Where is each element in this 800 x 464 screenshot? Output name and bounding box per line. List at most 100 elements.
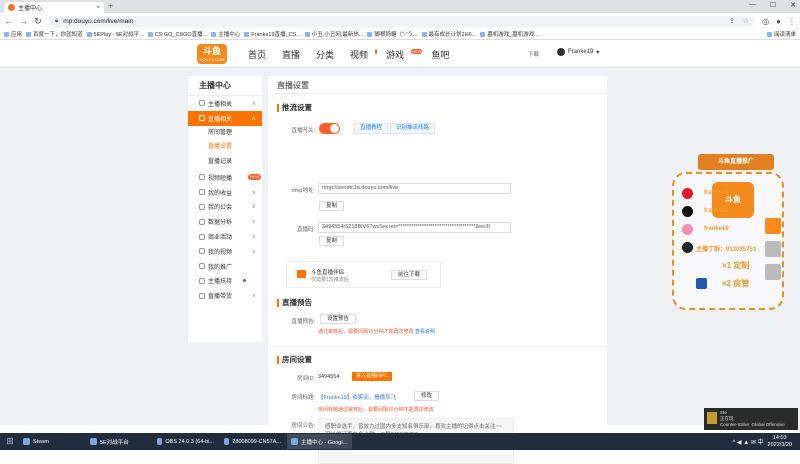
preview-label: 直播预告: bbox=[291, 319, 315, 325]
baidu-icon bbox=[26, 31, 32, 37]
sidebar-item-live[interactable]: 直播相关 ∧ bbox=[188, 110, 262, 126]
browser-tab[interactable]: 主播中心 × bbox=[4, 2, 104, 13]
enter-room-button[interactable]: 进入直播间PC bbox=[352, 372, 392, 381]
chevron-icon: ∨ bbox=[251, 219, 256, 226]
user-menu[interactable]: Franke19 ▾ bbox=[557, 48, 599, 56]
taskbar-obs[interactable]: OBS 24.0.3 (64-bi... bbox=[153, 434, 218, 449]
copy-rtmp-button[interactable]: 复制 bbox=[319, 201, 345, 211]
windows-start-icon[interactable]: ⊞ bbox=[3, 434, 17, 449]
nav-video[interactable]: 视频 bbox=[350, 48, 378, 61]
set-preview-button[interactable]: 设置预告 bbox=[320, 314, 357, 324]
preview-note-text: 通过审核后，需要间隔10分钟才能再次修改 bbox=[318, 329, 414, 335]
rtmp-input[interactable]: rtmp://sendtc1a.douyu.com/live bbox=[318, 183, 511, 194]
section-room-settings: 房间设置 bbox=[277, 356, 312, 364]
side-tool-button[interactable] bbox=[765, 264, 781, 280]
bookmark-item[interactable]: 脚根奶糖（“-”う... bbox=[367, 30, 418, 38]
download-link[interactable]: 下载 bbox=[528, 50, 539, 58]
cart-icon bbox=[199, 292, 205, 299]
sidebar-item-analytics[interactable]: 数据分析 ∨ bbox=[188, 214, 262, 229]
notice-label: 房间公告: bbox=[291, 423, 315, 429]
sidebar-item-label: 我的推广 bbox=[208, 264, 233, 271]
steam-notification[interactable]: Ste 正在玩 Counter-Strike: Global Offensive bbox=[704, 408, 798, 430]
guild-icon bbox=[199, 203, 205, 210]
sidebar-item-commerce[interactable]: 直播带货 ∨ bbox=[188, 288, 262, 303]
taskbar-label: OBS 24.0.3 (64-bi... bbox=[165, 438, 214, 445]
chevron-icon: ∨ bbox=[251, 204, 256, 211]
tab-title: 主播中心 bbox=[18, 6, 43, 12]
bookmark-item[interactable]: 小丑,小丑网,最新热... bbox=[304, 30, 363, 38]
sidebar-item-video[interactable]: 视频短播 NEW ∨ bbox=[188, 170, 262, 185]
edit-room-name-button[interactable]: 修改 bbox=[414, 391, 440, 401]
reading-list[interactable]: 阅读清单 bbox=[766, 30, 796, 38]
bookmark-item[interactable]: 最有成长计划2H6... bbox=[421, 30, 477, 38]
sidebar-title: 主播中心 bbox=[188, 76, 262, 96]
copy-code-button[interactable]: 复制 bbox=[319, 236, 345, 246]
taskbar-label: 主播中心 - Googl... bbox=[301, 439, 348, 446]
nav-category[interactable]: 分类 bbox=[316, 48, 334, 61]
bookmark-label: 5EPlay - 5E对战平... bbox=[93, 32, 144, 38]
taskbar-5e[interactable]: 5E对战平台 bbox=[86, 434, 151, 449]
bookmark-item[interactable]: 墓机游戏_墓机游戏... bbox=[480, 30, 539, 38]
forward-icon[interactable]: → bbox=[19, 16, 28, 26]
bookmark-star-icon[interactable]: ☆ bbox=[743, 17, 749, 25]
sidebar-item-my-video[interactable]: 我的视频 ∨ bbox=[188, 244, 262, 259]
sidebar-sub-live-records[interactable]: 直播记录 bbox=[188, 155, 262, 170]
sidebar-item-support[interactable]: 主播扶持 bbox=[188, 274, 262, 289]
preview-help-link[interactable]: 查看说明 bbox=[415, 329, 435, 335]
close-window-button[interactable]: ✕ bbox=[790, 1, 796, 9]
douyu-logo[interactable]: 斗鱼 DOUYU.COM bbox=[197, 44, 227, 64]
extension-icon[interactable]: ◎ bbox=[762, 17, 769, 26]
support-icon bbox=[199, 277, 205, 284]
recommend-line-button[interactable]: 识别推流线路 bbox=[390, 123, 436, 134]
bookmark-label: 最有成长计划2H6... bbox=[428, 32, 477, 38]
taskbar-chrome[interactable]: 主播中心 - Googl... bbox=[287, 434, 352, 449]
chevron-icon: ∨ bbox=[251, 248, 256, 255]
stream-code-input[interactable]: 3494554r5218BIV6?wsSecret=**************… bbox=[318, 222, 511, 233]
side-tool-button[interactable] bbox=[765, 241, 781, 257]
bookmark-item[interactable]: 5EPlay - 5E对战平... bbox=[86, 30, 144, 38]
bookmark-item[interactable]: Franke19直播_CS... bbox=[244, 30, 301, 38]
side-play-button[interactable] bbox=[765, 218, 781, 234]
nav-game[interactable]: 游戏 NEW bbox=[386, 48, 423, 61]
sidebar-sub-room-manage[interactable]: 房间管理 bbox=[188, 126, 262, 141]
nav-live[interactable]: 直播 bbox=[282, 48, 300, 61]
maximize-button[interactable]: ☐ bbox=[770, 1, 776, 9]
sidebar-item-promotion[interactable]: 我的推广 bbox=[188, 259, 262, 274]
site-icon bbox=[304, 31, 310, 37]
live-tutorial-button[interactable]: 直播教程 bbox=[354, 123, 389, 134]
steam-icon bbox=[23, 438, 30, 445]
bookmark-item[interactable]: CS:GO_CSGO直播... bbox=[147, 30, 207, 38]
csgo-icon bbox=[147, 31, 153, 37]
menu-icon[interactable]: ⋮ bbox=[788, 17, 796, 26]
tab-close-icon[interactable]: × bbox=[96, 5, 100, 11]
live-switch-toggle[interactable] bbox=[319, 123, 340, 134]
section-live-preview: 直播预告 bbox=[277, 299, 312, 307]
tray-icons[interactable]: ^ ◀ ▲ ✉ 中 bbox=[732, 437, 763, 446]
nav-video-badge bbox=[375, 49, 378, 54]
sidebar-item-label: 视频短播 bbox=[208, 175, 233, 182]
share-icon[interactable]: ⇪ bbox=[729, 17, 735, 25]
sidebar-sub-live-settings[interactable]: 直播设置 bbox=[188, 140, 262, 155]
download-companion-button[interactable]: 前往下载 bbox=[391, 270, 428, 280]
sidebar-item-business[interactable]: 商业活动 ∨ bbox=[188, 229, 262, 244]
taskbar-app[interactable]: 28008099-CN57A... bbox=[220, 434, 285, 449]
nav-home[interactable]: 首页 bbox=[248, 48, 266, 61]
bookmark-item[interactable]: 主播中心 bbox=[211, 30, 240, 38]
clock[interactable]: 14:03 2022/3/20 bbox=[768, 435, 792, 449]
taskbar-steam[interactable]: Steam bbox=[19, 434, 84, 449]
bookmark-label: 墓机游戏_墓机游戏... bbox=[487, 32, 539, 38]
sidebar-item-guild[interactable]: 我的公会 ∨ bbox=[188, 200, 262, 215]
back-icon[interactable]: ← bbox=[4, 16, 13, 26]
nav-fishbar[interactable]: 鱼吧 bbox=[431, 48, 449, 61]
sidebar-item-income[interactable]: 我的收益 ∨ bbox=[188, 185, 262, 200]
reload-icon[interactable]: ↻ bbox=[34, 16, 42, 27]
bookmark-item[interactable]: 应用 bbox=[4, 30, 22, 38]
chevron-icon: ∨ bbox=[251, 174, 256, 181]
minimize-button[interactable]: — bbox=[749, 1, 756, 9]
address-bar[interactable]: 🔒︎ mp.douyu.com/live/main ⇪ ☆ bbox=[49, 15, 756, 27]
new-tab-button[interactable]: + bbox=[108, 1, 113, 11]
profile-icon[interactable]: ● bbox=[776, 17, 781, 26]
bookmark-label: 百度一下，你就知道 bbox=[33, 32, 83, 38]
sidebar-item-anchor[interactable]: 主播相关 ∧ bbox=[188, 96, 262, 111]
bookmark-item[interactable]: 百度一下，你就知道 bbox=[26, 30, 83, 38]
